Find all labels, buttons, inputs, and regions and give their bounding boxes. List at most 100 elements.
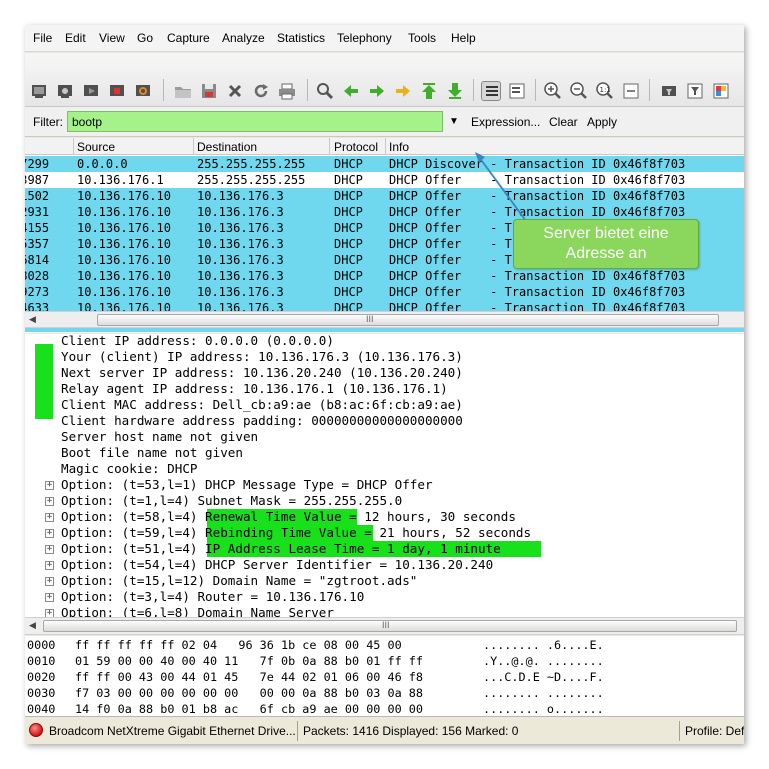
detail-line[interactable]: + Option: (t=59,l=4) Rebinding Time Value… [25, 525, 744, 541]
menu-file[interactable]: File [33, 31, 52, 45]
packet-cell-no: 69273 [25, 285, 50, 299]
annotation-callout: Server bietet eine Adresse an [513, 219, 699, 269]
detail-line[interactable]: Server host name not given [25, 429, 744, 445]
reload-icon[interactable] [251, 81, 271, 101]
status-profile[interactable]: Profile: Def [685, 724, 744, 738]
start-capture-icon[interactable] [81, 81, 101, 101]
clear-button[interactable]: Clear [549, 115, 578, 129]
expand-icon[interactable]: + [45, 513, 54, 522]
filter-history-dropdown-icon[interactable]: ▼ [449, 116, 459, 127]
packet-row[interactable]: 62931 10.136.176.10 10.136.176.3 DHCP DHCP O… [25, 204, 744, 220]
packet-list-hscrollbar[interactable]: ◀ III [25, 311, 744, 328]
column-header-protocol[interactable]: Protocol [334, 140, 378, 154]
hex-ascii: ........ ........ [483, 686, 604, 700]
detail-line[interactable]: Next server IP address: 10.136.20.240 (1… [25, 365, 744, 381]
detail-line[interactable]: + Option: (t=3,l=4) Router = 10.136.176.1… [25, 589, 744, 605]
expand-icon[interactable]: + [45, 577, 54, 586]
detail-line[interactable]: Client MAC address: Dell_cb:a9:ae (b8:ac… [25, 397, 744, 413]
apply-button[interactable]: Apply [587, 115, 617, 129]
scrollbar-thumb[interactable]: III [43, 620, 737, 632]
zoom-in-icon[interactable] [543, 81, 563, 101]
capture-filters-icon[interactable] [659, 81, 679, 101]
stop-capture-icon[interactable] [107, 81, 127, 101]
expand-icon[interactable]: + [45, 481, 54, 490]
coloring-rules-icon[interactable] [711, 81, 731, 101]
packet-row[interactable]: 33987 10.136.176.1 255.255.255.255 DHCP DHCP… [25, 172, 744, 188]
packet-row[interactable]: 69273 10.136.176.10 10.136.176.3 DHCP DHCP O… [25, 284, 744, 300]
interface-list-icon[interactable] [29, 81, 49, 101]
packet-row[interactable]: 41502 10.136.176.10 10.136.176.3 DHCP DHCP O… [25, 188, 744, 204]
expand-icon[interactable]: + [45, 529, 54, 538]
packet-row[interactable]: 27299 0.0.0.0 255.255.255.255 DHCP DHCP Disc… [25, 156, 744, 172]
detail-line[interactable]: + Option: (t=6,l=8) Domain Name Server [25, 605, 744, 617]
autoscroll-icon[interactable] [507, 81, 527, 101]
detail-line[interactable]: + Option: (t=15,l=12) Domain Name = "zgtr… [25, 573, 744, 589]
expand-icon[interactable]: + [45, 545, 54, 554]
menu-capture[interactable]: Capture [167, 31, 210, 45]
go-last-icon[interactable] [445, 81, 465, 101]
detail-line[interactable]: + Option: (t=53,l=1) DHCP Message Type = … [25, 477, 744, 493]
status-packets: Packets: 1416 Displayed: 156 Marked: 0 [303, 724, 519, 738]
packet-row[interactable]: 48028 10.136.176.10 10.136.176.3 DHCP DHCP O… [25, 268, 744, 284]
expression-button[interactable]: Expression... [471, 115, 540, 129]
expert-info-icon[interactable] [29, 723, 43, 737]
detail-line[interactable]: Magic cookie: DHCP [25, 461, 744, 477]
print-icon[interactable] [277, 81, 297, 101]
packet-cell-proto: DHCP [334, 157, 363, 171]
display-filters-icon[interactable] [685, 81, 705, 101]
column-header-destination[interactable]: Destination [197, 140, 257, 154]
column-header-info[interactable]: Info [389, 140, 409, 154]
details-hscrollbar[interactable]: ◀ III [25, 617, 744, 635]
menu-go[interactable]: Go [137, 31, 153, 45]
scrollbar-thumb[interactable]: III [97, 314, 719, 326]
detail-line[interactable]: Relay agent IP address: 10.136.176.1 (10… [25, 381, 744, 397]
detail-line[interactable]: + Option: (t=58,l=4) Renewal Time Value =… [25, 509, 744, 525]
menu-analyze[interactable]: Analyze [222, 31, 265, 45]
hex-line[interactable]: 0030 f7 03 00 00 00 00 00 00 00 00 0a 88 … [27, 685, 744, 701]
detail-line[interactable]: Your (client) IP address: 10.136.176.3 (… [25, 349, 744, 365]
zoom-out-icon[interactable] [569, 81, 589, 101]
main-toolbar: 1:1 [25, 53, 744, 107]
column-header-source[interactable]: Source [77, 140, 115, 154]
go-first-icon[interactable] [419, 81, 439, 101]
restart-capture-icon[interactable] [133, 81, 153, 101]
packet-cell-no: 33987 [25, 173, 50, 187]
back-icon[interactable] [341, 81, 361, 101]
menu-statistics[interactable]: Statistics [277, 31, 325, 45]
detail-line[interactable]: + Option: (t=1,l=4) Subnet Mask = 255.255… [25, 493, 744, 509]
find-icon[interactable] [315, 81, 335, 101]
menu-edit[interactable]: Edit [65, 31, 86, 45]
menu-telephony[interactable]: Telephony [337, 31, 392, 45]
scroll-left-icon[interactable]: ◀ [29, 620, 36, 631]
display-filter-input[interactable] [67, 111, 443, 132]
hex-line[interactable]: 0040 14 f0 0a 88 b0 01 b8 ac 6f cb a9 ae … [27, 701, 744, 716]
expand-icon[interactable]: + [45, 609, 54, 617]
colorize-icon[interactable] [481, 81, 501, 101]
resize-columns-icon[interactable] [621, 81, 641, 101]
menu-tools[interactable]: Tools [408, 31, 436, 45]
detail-line[interactable]: Boot file name not given [25, 445, 744, 461]
hex-ascii: .Y..@.@. ........ [483, 654, 604, 668]
packet-cell-no: 26814 [25, 253, 50, 267]
zoom-normal-icon[interactable]: 1:1 [595, 81, 615, 101]
close-file-icon[interactable] [225, 81, 245, 101]
expand-icon[interactable]: + [45, 497, 54, 506]
save-file-icon[interactable] [199, 81, 219, 101]
hex-line[interactable]: 0010 01 59 00 00 40 00 40 11 7f 0b 0a 88 … [27, 653, 744, 669]
detail-line[interactable]: Client hardware address padding: 0000000… [25, 413, 744, 429]
detail-line[interactable]: + Option: (t=54,l=4) DHCP Server Identifi… [25, 557, 744, 573]
detail-line[interactable]: Client IP address: 0.0.0.0 (0.0.0.0) [25, 334, 744, 349]
detail-line[interactable]: + Option: (t=51,l=4) IP Address Lease Tim… [25, 541, 744, 557]
expand-icon[interactable]: + [45, 593, 54, 602]
hex-line[interactable]: 0000 ff ff ff ff ff 02 04 96 36 1b ce 08 … [27, 637, 744, 653]
capture-options-icon[interactable] [55, 81, 75, 101]
expand-icon[interactable]: + [45, 561, 54, 570]
goto-packet-icon[interactable] [393, 81, 413, 101]
open-file-icon[interactable] [173, 81, 193, 101]
menu-help[interactable]: Help [451, 31, 476, 45]
menu-view[interactable]: View [99, 31, 125, 45]
hex-line[interactable]: 0020 ff ff 00 43 00 44 01 45 7e 44 02 01 … [27, 669, 744, 685]
toolbar-separator [307, 79, 308, 101]
forward-icon[interactable] [367, 81, 387, 101]
scroll-left-icon[interactable]: ◀ [29, 314, 36, 325]
